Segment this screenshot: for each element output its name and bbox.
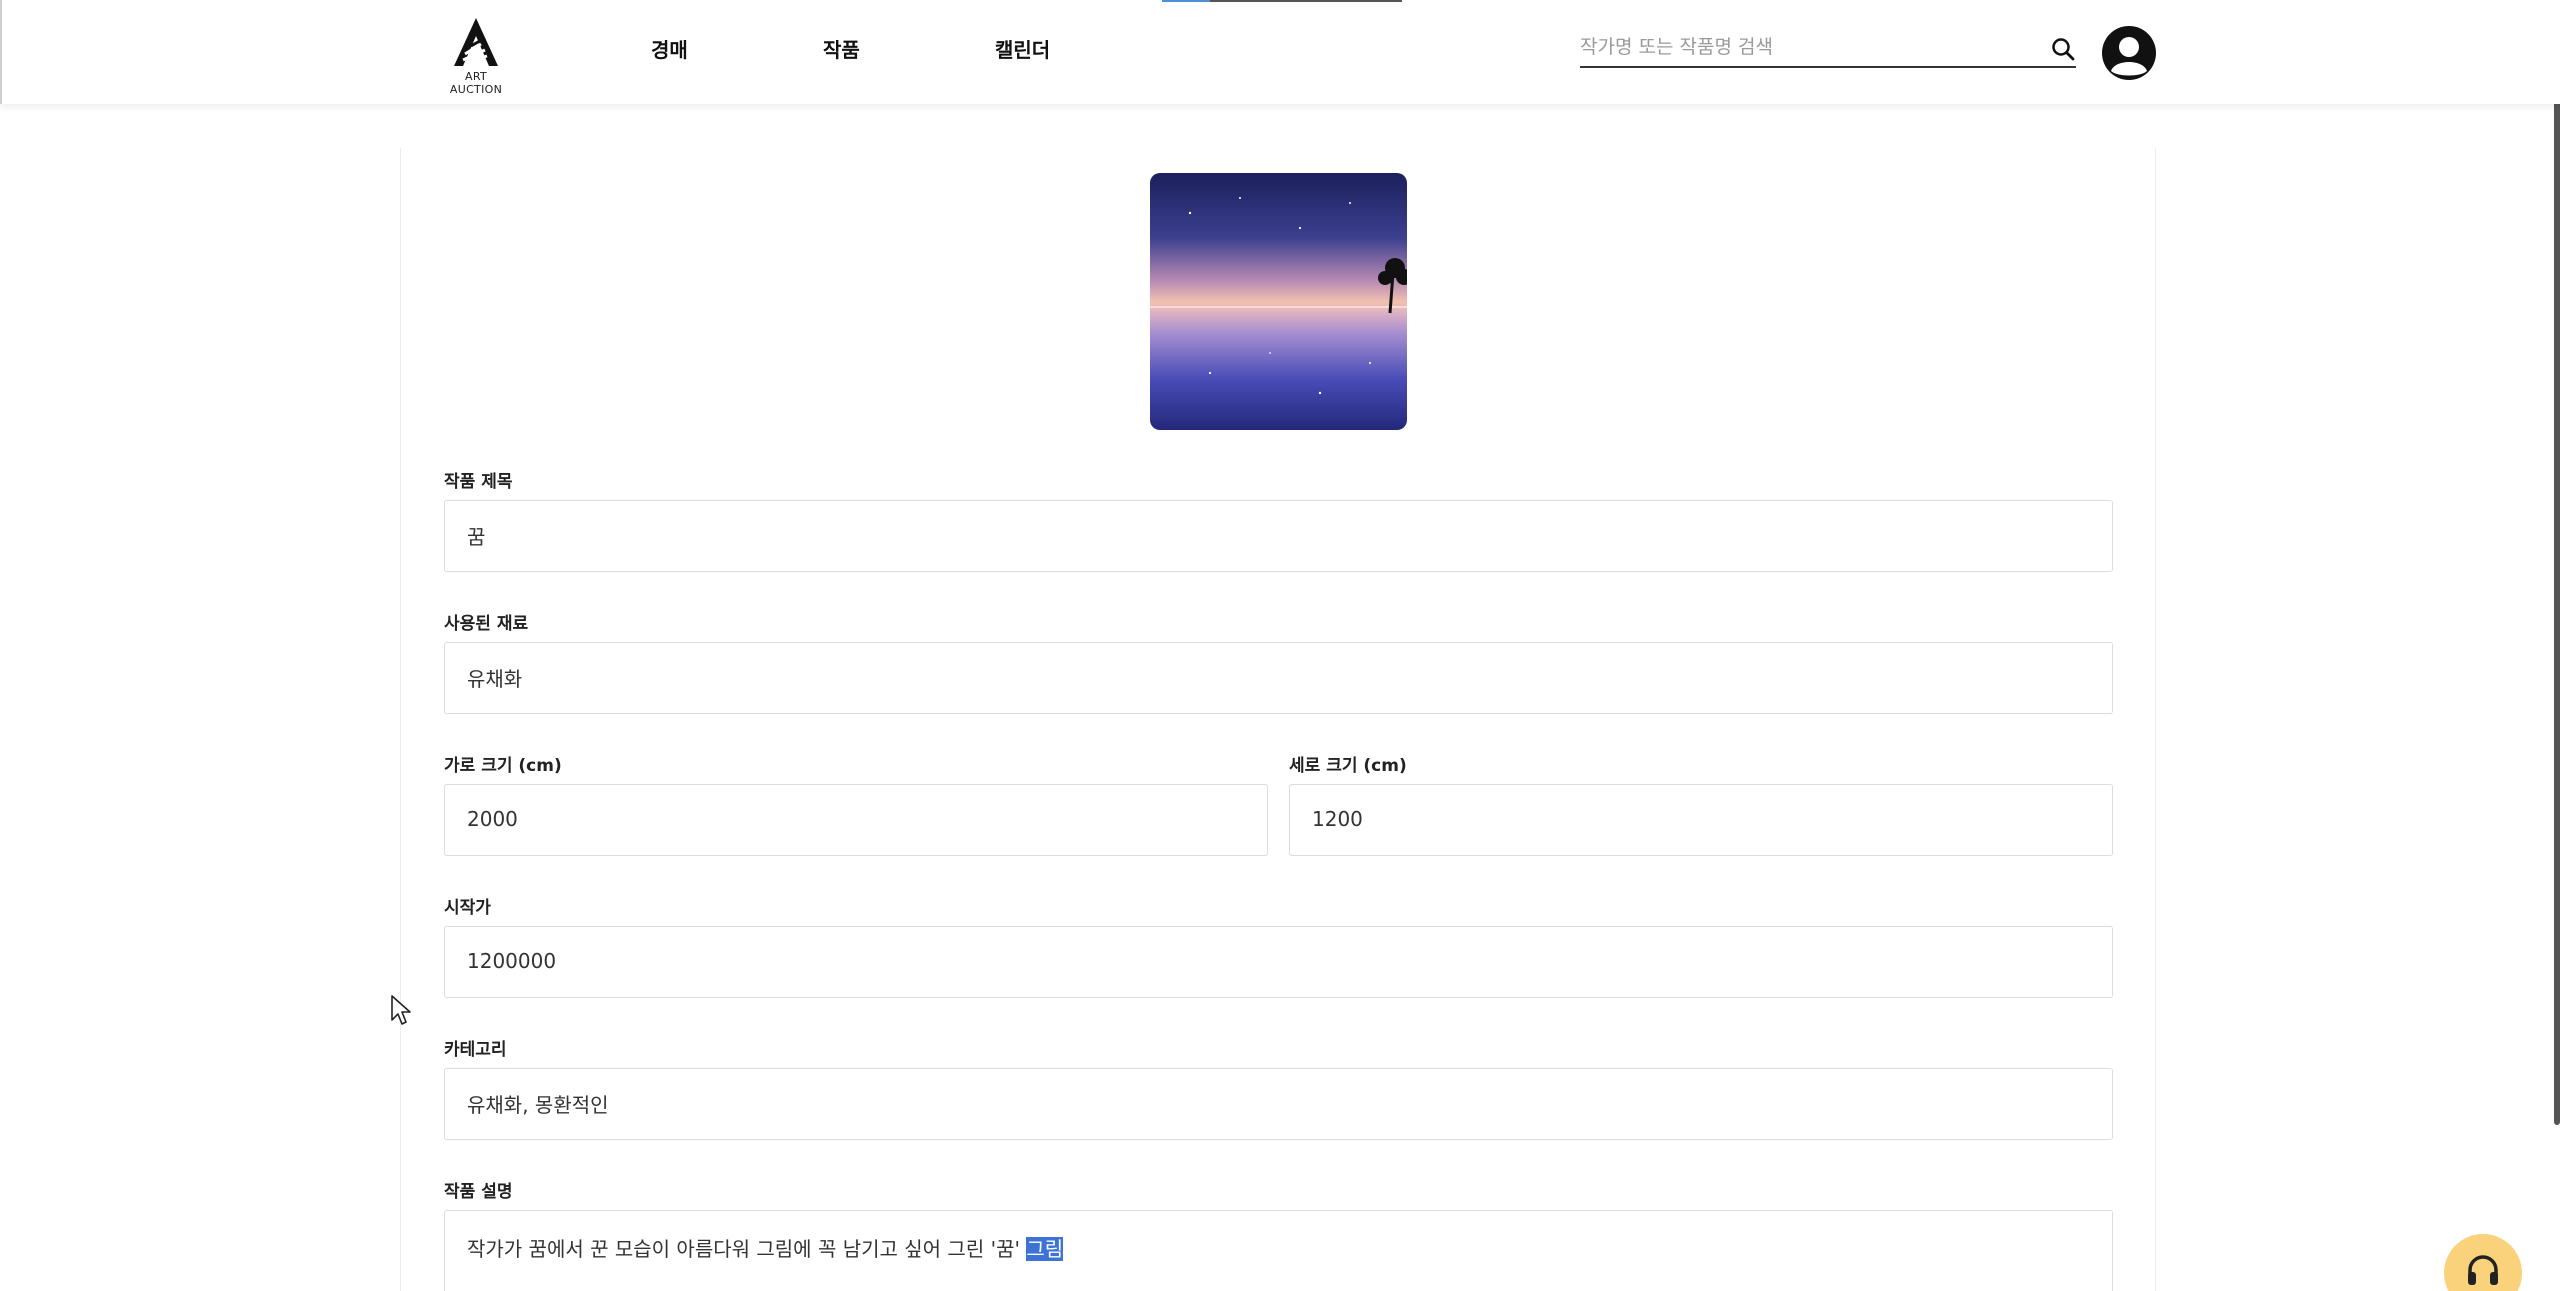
search-input[interactable] bbox=[1580, 30, 2020, 64]
description-label: 작품 설명 bbox=[444, 1182, 513, 1202]
width-label: 가로 크기 (cm) bbox=[444, 756, 562, 776]
logo-text: ART AUCTION bbox=[449, 70, 503, 96]
nav-calendar[interactable]: 캘린더 bbox=[995, 34, 1050, 63]
start-price-field[interactable] bbox=[444, 926, 2113, 998]
material-label: 사용된 재료 bbox=[444, 614, 529, 634]
nav-auction[interactable]: 경매 bbox=[651, 34, 688, 63]
search-bar bbox=[1580, 30, 2076, 68]
header-active-indicator bbox=[1162, 0, 1402, 2]
artwork-image bbox=[1150, 173, 1407, 430]
logo[interactable]: ART AUCTION bbox=[438, 16, 514, 96]
nav-artworks[interactable]: 작품 bbox=[823, 34, 860, 63]
title-input[interactable] bbox=[467, 523, 1968, 547]
height-label: 세로 크기 (cm) bbox=[1289, 756, 1407, 776]
start-price-input[interactable] bbox=[467, 949, 1968, 973]
support-button[interactable] bbox=[2444, 1234, 2522, 1291]
title-field[interactable] bbox=[444, 500, 2113, 572]
title-label: 작품 제목 bbox=[444, 472, 513, 492]
top-header: ART AUCTION 경매 작품 캘린더 bbox=[0, 0, 2560, 104]
mouse-cursor-icon bbox=[391, 995, 411, 1025]
width-input[interactable] bbox=[467, 807, 1207, 831]
user-avatar-icon[interactable] bbox=[2101, 25, 2157, 81]
height-field[interactable] bbox=[1289, 784, 2113, 856]
search-icon[interactable] bbox=[2050, 36, 2076, 62]
material-field[interactable] bbox=[444, 642, 2113, 714]
material-input[interactable] bbox=[467, 665, 1968, 689]
selected-text: 그림 bbox=[1026, 1237, 1064, 1261]
description-textarea[interactable]: 작가가 꿈에서 꾼 모습이 아름다워 그림에 꼭 남기고 싶어 그린 '꿈' 그… bbox=[444, 1210, 2113, 1291]
category-field[interactable] bbox=[444, 1068, 2113, 1140]
height-input[interactable] bbox=[1312, 807, 2052, 831]
description-text[interactable]: 작가가 꿈에서 꾼 모습이 아름다워 그림에 꼭 남기고 싶어 그린 '꿈' 그… bbox=[467, 1233, 1967, 1262]
logo-icon bbox=[454, 18, 498, 66]
headset-icon bbox=[2468, 1255, 2498, 1285]
category-label: 카테고리 bbox=[444, 1040, 507, 1060]
category-input[interactable] bbox=[467, 1091, 1968, 1115]
page-scrollbar[interactable] bbox=[2554, 90, 2560, 1125]
start-price-label: 시작가 bbox=[444, 898, 491, 918]
width-field[interactable] bbox=[444, 784, 1268, 856]
